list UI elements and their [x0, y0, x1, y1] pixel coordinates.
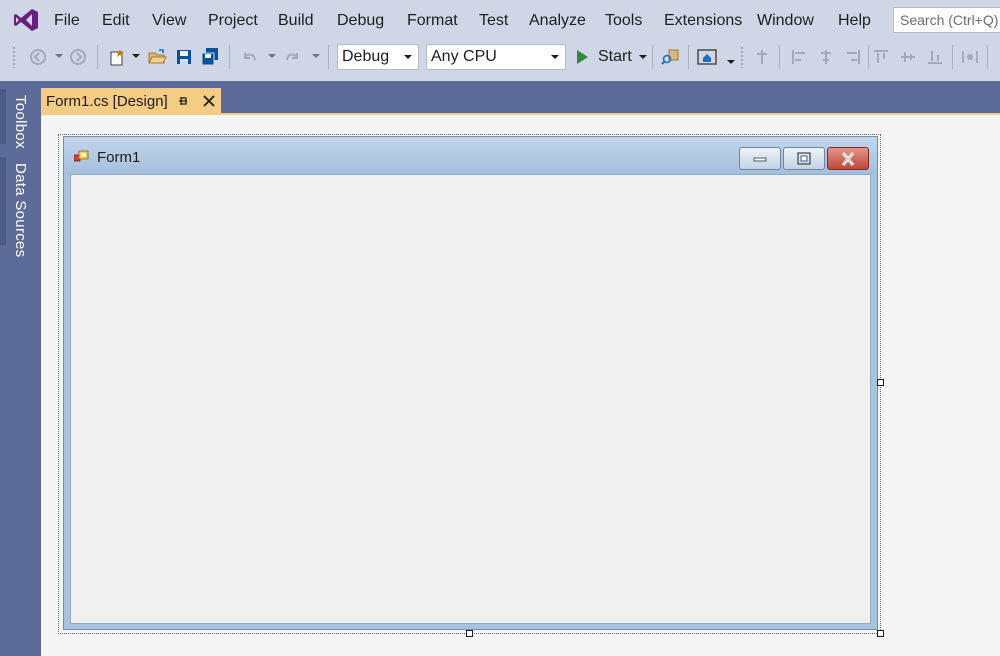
toolbar-overflow-icon[interactable]: [727, 60, 735, 64]
new-project-dropdown-icon[interactable]: [132, 54, 140, 58]
visual-studio-logo-icon[interactable]: [12, 7, 40, 33]
redo-dropdown-icon[interactable]: [312, 54, 320, 58]
solution-platform-select[interactable]: Any CPU: [426, 44, 566, 70]
maximize-icon: [797, 151, 811, 165]
toolbar-grip[interactable]: [12, 46, 16, 68]
toolbar-separator: [229, 45, 230, 69]
save-all-icon[interactable]: [199, 46, 221, 68]
menu-build[interactable]: Build: [276, 10, 316, 32]
side-tab-data-sources[interactable]: Data Sources: [0, 157, 34, 257]
toolbar-separator: [952, 45, 953, 69]
close-icon: [841, 151, 855, 166]
toolbar-separator: [328, 45, 329, 69]
toolbar-separator: [688, 45, 689, 69]
minimize-icon: [753, 157, 767, 161]
menu-edit[interactable]: Edit: [100, 10, 132, 32]
home-icon[interactable]: [696, 46, 718, 68]
menu-file[interactable]: File: [52, 10, 82, 32]
start-debugging-button[interactable]: Start: [572, 45, 648, 69]
new-project-icon[interactable]: [106, 46, 128, 68]
form-title-bar[interactable]: Form1: [64, 137, 877, 174]
toolbar-separator: [868, 45, 869, 69]
chevron-down-icon: [404, 55, 412, 59]
align-bottoms-icon[interactable]: [924, 46, 946, 68]
navigate-back-icon[interactable]: [27, 46, 49, 68]
close-icon[interactable]: [200, 92, 218, 110]
menu-window[interactable]: Window: [755, 10, 816, 32]
undo-icon[interactable]: [238, 46, 260, 68]
chevron-down-icon[interactable]: [638, 55, 647, 59]
toolbar-separator: [987, 45, 988, 69]
menu-debug[interactable]: Debug: [335, 10, 386, 32]
menu-extensions[interactable]: Extensions: [662, 10, 744, 32]
side-tab-label: Data Sources: [12, 163, 29, 258]
tab-title: Form1.cs [Design]: [46, 93, 168, 110]
solution-configuration-value: Debug: [342, 48, 390, 65]
save-icon[interactable]: [173, 46, 195, 68]
resize-handle-right[interactable]: [877, 379, 884, 386]
document-tab-strip: Form1.cs [Design]: [41, 81, 1000, 115]
menu-project[interactable]: Project: [206, 10, 260, 32]
pin-icon[interactable]: [175, 93, 191, 109]
make-horizontal-spacing-equal-icon[interactable]: [959, 46, 981, 68]
resize-handle-bottom[interactable]: [466, 630, 473, 637]
align-rights-icon[interactable]: [842, 46, 864, 68]
collapsed-tool-windows: Toolbox Data Sources: [0, 81, 41, 656]
toolbar-separator: [652, 45, 653, 69]
menu-format[interactable]: Format: [405, 10, 460, 32]
toolbar-separator: [779, 45, 780, 69]
menu-bar: File Edit View Project Build Debug Forma…: [0, 0, 1000, 40]
menu-help[interactable]: Help: [836, 10, 873, 32]
form1-window[interactable]: Form1: [63, 136, 878, 630]
menu-analyze[interactable]: Analyze: [527, 10, 588, 32]
menu-view[interactable]: View: [150, 10, 188, 32]
play-icon: [577, 50, 588, 64]
solution-platform-value: Any CPU: [431, 48, 497, 65]
navigate-forward-icon[interactable]: [67, 46, 89, 68]
side-tab-toolbox[interactable]: Toolbox: [0, 89, 34, 149]
standard-toolbar: Debug Any CPU Start: [0, 40, 1000, 74]
align-middles-icon[interactable]: [897, 46, 919, 68]
form-designer-surface[interactable]: Form1: [41, 115, 1000, 656]
search-input[interactable]: Search (Ctrl+Q): [893, 7, 1000, 33]
align-tops-icon[interactable]: [870, 46, 892, 68]
align-lefts-icon[interactable]: [788, 46, 810, 68]
toolbar-separator: [97, 45, 98, 69]
form-icon: [74, 150, 89, 162]
toolbar-divider: [0, 74, 1000, 81]
open-file-icon[interactable]: [146, 46, 168, 68]
side-tab-label: Toolbox: [12, 95, 29, 149]
find-in-files-icon[interactable]: [659, 46, 681, 68]
menu-tools[interactable]: Tools: [603, 10, 644, 32]
form-title: Form1: [97, 149, 141, 166]
close-form-button[interactable]: [827, 147, 869, 170]
tab-form1-design[interactable]: Form1.cs [Design]: [41, 88, 221, 115]
equal-spacing-icon[interactable]: [751, 46, 773, 68]
navigate-back-dropdown-icon[interactable]: [55, 54, 63, 58]
menu-test[interactable]: Test: [477, 10, 510, 32]
chevron-down-icon: [551, 55, 559, 59]
undo-dropdown-icon[interactable]: [268, 54, 276, 58]
minimize-button[interactable]: [739, 147, 781, 170]
maximize-button[interactable]: [783, 147, 825, 170]
align-centers-icon[interactable]: [815, 46, 837, 68]
toolbar-grip[interactable]: [740, 46, 744, 68]
start-label: Start: [598, 48, 632, 65]
form-client-area[interactable]: [70, 174, 871, 624]
resize-handle-bottom-right[interactable]: [877, 630, 884, 637]
solution-configuration-select[interactable]: Debug: [337, 44, 419, 70]
redo-icon[interactable]: [282, 46, 304, 68]
